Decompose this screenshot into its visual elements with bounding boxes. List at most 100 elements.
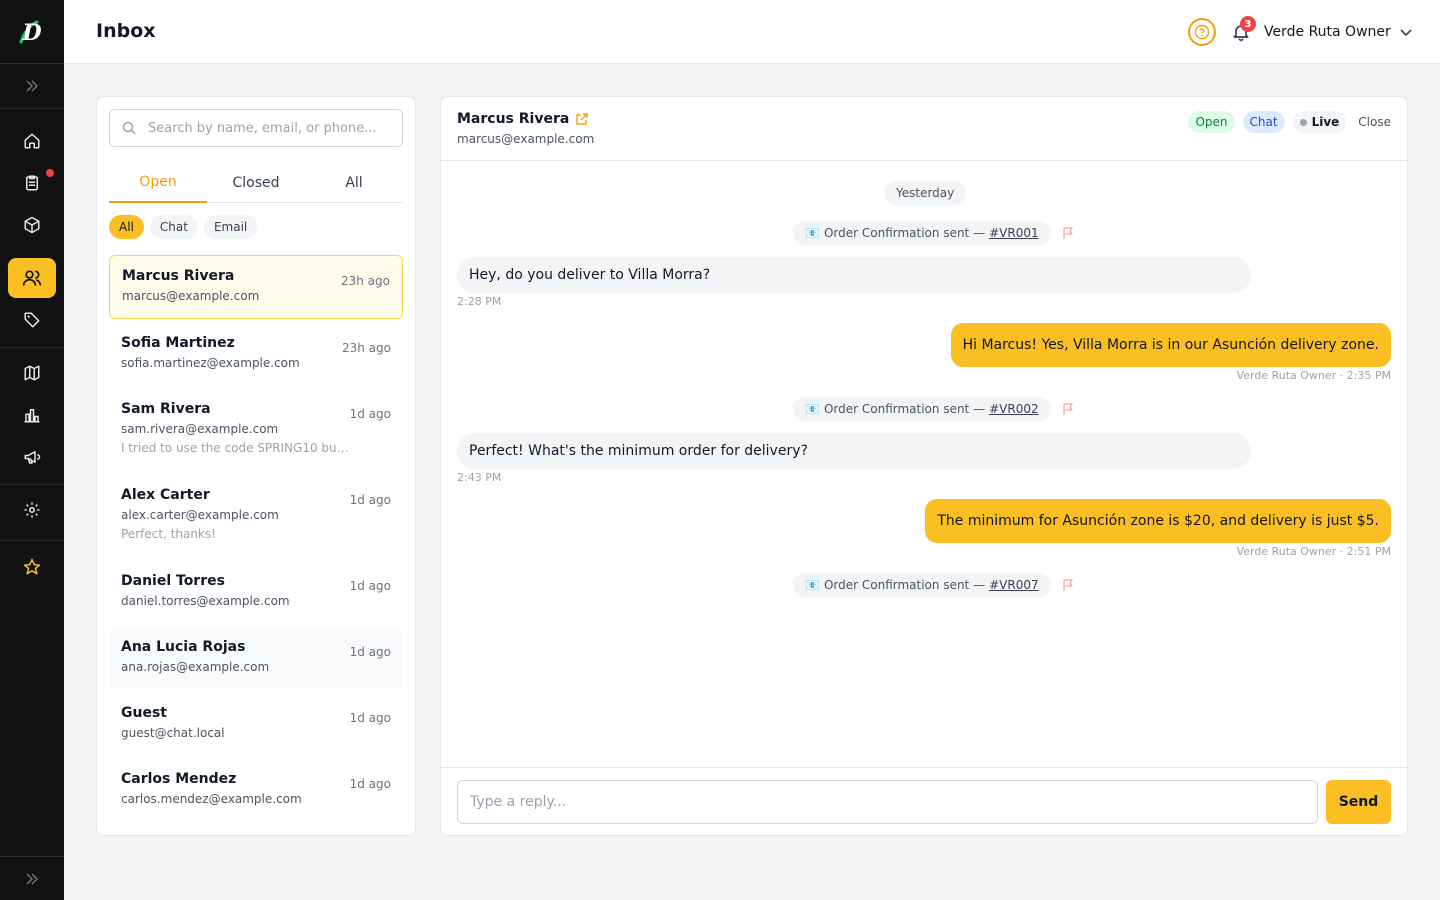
sidebar-item-zones[interactable]: [8, 353, 56, 393]
live-dot-icon: [1299, 118, 1307, 126]
send-button[interactable]: Send: [1326, 780, 1391, 824]
sidebar-item-promotions[interactable]: [8, 300, 56, 340]
chat-contact-email: marcus@example.com: [457, 132, 595, 146]
message-meta: Verde Ruta Owner · 2:51 PM: [1236, 545, 1391, 558]
user-menu[interactable]: Verde Ruta Owner: [1264, 20, 1413, 44]
chevron-down-icon: [1400, 29, 1412, 37]
conversation-item[interactable]: Ana Lucia Rojas ana.rojas@example.com 1d…: [109, 627, 403, 689]
filter-chat[interactable]: Chat: [149, 215, 198, 239]
orders-icon: [26, 175, 38, 191]
sidebar-expand-button[interactable]: [0, 64, 64, 109]
reply-composer: Send: [441, 767, 1407, 835]
filter-all[interactable]: All: [109, 215, 144, 239]
gear-icon: [24, 502, 40, 518]
conversation-preview: I tried to use the code SPRING10 but i..…: [121, 441, 351, 455]
conversation-time: 1d ago: [349, 711, 391, 725]
order-link[interactable]: #VR001: [989, 226, 1039, 240]
sidebar-item-marketing[interactable]: [8, 437, 56, 477]
close-conversation-button[interactable]: Close: [1354, 115, 1391, 129]
sidebar-divider: [0, 484, 64, 485]
conversation-email: sofia.martinez@example.com: [121, 356, 300, 370]
conversation-email: guest@chat.local: [121, 726, 225, 740]
conversation-item[interactable]: Guest guest@chat.local 1d ago: [109, 693, 403, 755]
flag-icon[interactable]: [1061, 402, 1075, 416]
envelope-icon: 📧: [805, 402, 820, 416]
top-header: Inbox 3 Verde Ruta Owner: [64, 0, 1440, 64]
flag-icon[interactable]: [1061, 226, 1075, 240]
external-link-icon[interactable]: [575, 112, 589, 126]
conversation-preview: Perfect, thanks!: [121, 527, 216, 541]
sidebar-item-settings[interactable]: [8, 490, 56, 530]
channel-badge: Chat: [1242, 111, 1285, 133]
message-thread: Yesterday 📧 Order Confirmation sent — #V…: [441, 161, 1407, 767]
system-event-pill: 📧 Order Confirmation sent — #VR007: [793, 573, 1051, 597]
status-tabs: Open Closed All: [109, 163, 403, 203]
sidebar-collapse-button[interactable]: [0, 856, 64, 900]
envelope-icon: 📧: [805, 578, 820, 592]
sidebar-item-customers[interactable]: [8, 258, 56, 298]
conversation-time: 23h ago: [340, 274, 390, 288]
order-link[interactable]: #VR002: [989, 402, 1039, 416]
outgoing-message: Hi Marcus! Yes, Villa Morra is in our As…: [950, 323, 1391, 367]
system-event: 📧 Order Confirmation sent — #VR001: [793, 221, 1075, 245]
conversation-item[interactable]: Sam Rivera sam.rivera@example.com I trie…: [109, 389, 403, 471]
channel-filters: All Chat Email: [109, 215, 258, 239]
sidebar-item-products[interactable]: [8, 205, 56, 245]
conversation-item[interactable]: Sofia Martinez sofia.martinez@example.co…: [109, 323, 403, 385]
sidebar-item-analytics[interactable]: [8, 395, 56, 435]
filter-email[interactable]: Email: [203, 215, 258, 239]
logo-icon: D: [19, 20, 42, 46]
page-title: Inbox: [96, 20, 156, 42]
search-box[interactable]: [109, 109, 403, 147]
tag-icon: [24, 312, 40, 328]
svg-text:D: D: [21, 20, 41, 46]
status-badge: Open: [1188, 111, 1235, 133]
live-label: Live: [1311, 115, 1340, 129]
conversation-item[interactable]: Alex Carter alex.carter@example.com Perf…: [109, 475, 403, 557]
chat-status-badges: Open Chat Live Close: [1188, 111, 1391, 133]
system-event-text: Order Confirmation sent —: [823, 226, 986, 240]
question-icon: [1194, 24, 1210, 40]
system-event-text: Order Confirmation sent —: [823, 578, 986, 592]
conversation-time: 23h ago: [341, 341, 391, 355]
conversation-item[interactable]: Daniel Torres daniel.torres@example.com …: [109, 561, 403, 623]
help-button[interactable]: [1188, 18, 1216, 46]
tab-closed[interactable]: Closed: [207, 163, 305, 202]
app-logo[interactable]: D: [0, 0, 64, 64]
message-time: 2:43 PM: [457, 471, 502, 484]
chat-panel: Marcus Rivera marcus@example.com Open Ch…: [440, 96, 1408, 836]
star-icon: [23, 558, 41, 575]
conversation-email: sam.rivera@example.com: [121, 422, 279, 436]
conversation-time: 1d ago: [349, 579, 391, 593]
sidebar-item-home[interactable]: [8, 121, 56, 161]
users-icon: [22, 270, 42, 286]
conversation-time: 1d ago: [349, 493, 391, 507]
search-input[interactable]: [148, 120, 388, 136]
chart-icon: [24, 409, 40, 423]
date-separator: Yesterday: [884, 181, 967, 205]
incoming-message: Hey, do you deliver to Villa Morra?: [457, 257, 1251, 293]
notification-dot: [46, 169, 54, 177]
conversation-time: 1d ago: [349, 777, 391, 791]
tab-open[interactable]: Open: [109, 163, 207, 203]
system-event-pill: 📧 Order Confirmation sent — #VR002: [793, 397, 1051, 421]
sidebar-item-orders[interactable]: [8, 163, 56, 203]
conversation-item[interactable]: Marcus Rivera marcus@example.com 23h ago: [109, 255, 403, 319]
box-icon: [24, 216, 40, 234]
conversation-email: daniel.torres@example.com: [121, 594, 290, 608]
sidebar-item-favorites[interactable]: [8, 547, 56, 587]
order-link[interactable]: #VR007: [989, 578, 1039, 592]
search-icon: [122, 121, 136, 135]
megaphone-icon: [24, 451, 41, 464]
conversation-item[interactable]: Carlos Mendez carlos.mendez@example.com …: [109, 759, 403, 821]
system-event-pill: 📧 Order Confirmation sent — #VR001: [793, 221, 1051, 245]
reply-input[interactable]: [457, 780, 1318, 824]
envelope-icon: 📧: [805, 226, 820, 240]
sidebar: D: [0, 0, 64, 900]
chat-header: Marcus Rivera marcus@example.com Open Ch…: [441, 97, 1407, 161]
conversation-email: carlos.mendez@example.com: [121, 792, 302, 806]
conversation-email: ana.rojas@example.com: [121, 660, 270, 674]
flag-icon[interactable]: [1061, 578, 1075, 592]
conversation-email: marcus@example.com: [122, 289, 260, 303]
tab-all[interactable]: All: [305, 163, 403, 202]
